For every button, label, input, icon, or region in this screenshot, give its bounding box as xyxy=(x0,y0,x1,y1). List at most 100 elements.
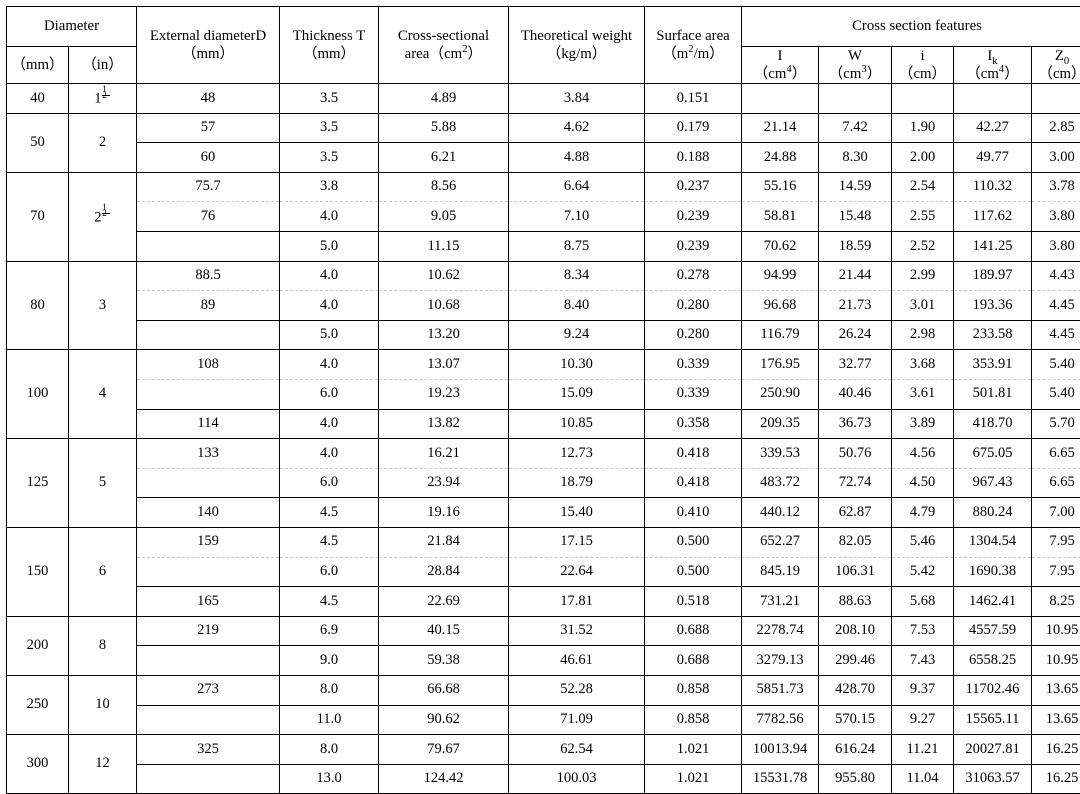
moment-of-inertia-cell: 731.21 xyxy=(742,587,819,617)
thickness-cell: 3.5 xyxy=(280,143,379,173)
radius-of-gyration-cell: 3.61 xyxy=(892,380,954,410)
header-i-unit: （cm） xyxy=(892,65,953,83)
thickness-cell: 8.0 xyxy=(280,735,379,765)
torsional-modulus-cell: 2.85 xyxy=(1032,113,1080,143)
torsional-modulus-cell: 16.25 xyxy=(1032,764,1080,794)
radius-of-gyration-cell xyxy=(892,84,954,114)
table-row: 40112483.54.893.840.151 xyxy=(7,84,1080,114)
cross-sectional-area-cell: 19.16 xyxy=(379,498,509,528)
surface-area-cell: 0.418 xyxy=(645,439,742,469)
nominal-diameter-mm-cell: 70 xyxy=(7,172,69,261)
surface-area-cell: 0.688 xyxy=(645,646,742,676)
section-modulus-cell: 88.63 xyxy=(819,587,892,617)
torsional-constant-cell: 193.36 xyxy=(954,291,1032,321)
radius-of-gyration-cell: 7.43 xyxy=(892,646,954,676)
header-surface-unit-post: /m） xyxy=(694,46,724,62)
theoretical-weight-cell: 46.61 xyxy=(509,646,645,676)
theoretical-weight-cell: 15.40 xyxy=(509,498,645,528)
moment-of-inertia-cell xyxy=(742,84,819,114)
radius-of-gyration-cell: 2.52 xyxy=(892,232,954,262)
cross-sectional-area-cell: 16.21 xyxy=(379,439,509,469)
table-row: 6.028.8422.640.500845.19106.315.421690.3… xyxy=(7,557,1080,587)
section-modulus-cell: 106.31 xyxy=(819,557,892,587)
torsional-constant-cell: 675.05 xyxy=(954,439,1032,469)
external-diameter-cell: 57 xyxy=(137,113,280,143)
cross-sectional-area-cell: 8.56 xyxy=(379,172,509,202)
external-diameter-cell: 108 xyxy=(137,350,280,380)
header-W-symbol: W xyxy=(848,48,862,64)
radius-of-gyration-cell: 11.04 xyxy=(892,764,954,794)
thickness-cell: 4.5 xyxy=(280,587,379,617)
header-I-symbol: I xyxy=(778,48,783,64)
section-modulus-cell: 14.59 xyxy=(819,172,892,202)
radius-of-gyration-cell: 4.50 xyxy=(892,468,954,498)
section-modulus-cell: 15.48 xyxy=(819,202,892,232)
external-diameter-cell xyxy=(137,557,280,587)
section-modulus-cell: 208.10 xyxy=(819,616,892,646)
torsional-constant-cell: 189.97 xyxy=(954,261,1032,291)
theoretical-weight-cell: 15.09 xyxy=(509,380,645,410)
header-surface-unit: （m2/m） xyxy=(645,45,741,63)
nominal-diameter-mm-cell: 40 xyxy=(7,84,69,114)
header-area-label: Cross-sectional xyxy=(398,28,489,44)
radius-of-gyration-cell: 11.21 xyxy=(892,735,954,765)
thickness-cell: 4.0 xyxy=(280,409,379,439)
torsional-modulus-cell: 4.45 xyxy=(1032,320,1080,350)
header-surface-unit-pre: （m xyxy=(662,46,688,62)
surface-area-cell: 0.179 xyxy=(645,113,742,143)
thickness-cell: 11.0 xyxy=(280,705,379,735)
thickness-cell: 6.0 xyxy=(280,380,379,410)
table-row: 15061594.521.8417.150.500652.2782.055.46… xyxy=(7,528,1080,558)
nominal-diameter-in-cell: 8 xyxy=(69,616,137,675)
section-modulus-cell xyxy=(819,84,892,114)
theoretical-weight-cell: 8.40 xyxy=(509,291,645,321)
table-row: 7021275.73.88.566.640.23755.1614.592.541… xyxy=(7,172,1080,202)
section-modulus-cell: 40.46 xyxy=(819,380,892,410)
cross-sectional-area-cell: 59.38 xyxy=(379,646,509,676)
nominal-diameter-in-cell: 6 xyxy=(69,528,137,617)
table-row: 20082196.940.1531.520.6882278.74208.107.… xyxy=(7,616,1080,646)
torsional-constant-cell: 4557.59 xyxy=(954,616,1032,646)
theoretical-weight-cell: 100.03 xyxy=(509,764,645,794)
surface-area-cell: 0.688 xyxy=(645,616,742,646)
torsional-constant-cell: 967.43 xyxy=(954,468,1032,498)
thickness-cell: 5.0 xyxy=(280,320,379,350)
external-diameter-cell xyxy=(137,320,280,350)
surface-area-cell: 0.280 xyxy=(645,291,742,321)
moment-of-inertia-cell: 116.79 xyxy=(742,320,819,350)
table-row: 764.09.057.100.23958.8115.482.55117.623.… xyxy=(7,202,1080,232)
torsional-constant-cell: 20027.81 xyxy=(954,735,1032,765)
header-row-top: Diameter External diameterD （mm） Thickne… xyxy=(7,7,1080,47)
theoretical-weight-cell: 4.88 xyxy=(509,143,645,173)
nominal-diameter-mm-cell: 100 xyxy=(7,350,69,439)
header-W-unit-post: ） xyxy=(867,66,882,82)
header-external-diameter: External diameterD （mm） xyxy=(137,7,280,84)
cross-sectional-area-cell: 5.88 xyxy=(379,113,509,143)
torsional-constant-cell: 1690.38 xyxy=(954,557,1032,587)
moment-of-inertia-cell: 652.27 xyxy=(742,528,819,558)
moment-of-inertia-cell: 3279.13 xyxy=(742,646,819,676)
header-W-unit: （cm3） xyxy=(819,65,891,83)
header-Z0-base: Z xyxy=(1055,48,1064,64)
header-diameter-mm: （mm） xyxy=(7,47,69,84)
header-external-diameter-unit: （mm） xyxy=(137,45,279,63)
torsional-modulus-cell: 10.95 xyxy=(1032,616,1080,646)
moment-of-inertia-cell: 440.12 xyxy=(742,498,819,528)
table-header: Diameter External diameterD （mm） Thickne… xyxy=(7,7,1080,84)
external-diameter-cell xyxy=(137,380,280,410)
cross-sectional-area-cell: 90.62 xyxy=(379,705,509,735)
torsional-modulus-cell xyxy=(1032,84,1080,114)
external-diameter-cell xyxy=(137,764,280,794)
theoretical-weight-cell: 4.62 xyxy=(509,113,645,143)
torsional-modulus-cell: 7.00 xyxy=(1032,498,1080,528)
thickness-cell: 4.0 xyxy=(280,202,379,232)
torsional-modulus-cell: 5.40 xyxy=(1032,350,1080,380)
external-diameter-cell: 159 xyxy=(137,528,280,558)
thickness-cell: 6.0 xyxy=(280,557,379,587)
thickness-cell: 4.5 xyxy=(280,528,379,558)
radius-of-gyration-cell: 3.01 xyxy=(892,291,954,321)
moment-of-inertia-cell: 5851.73 xyxy=(742,675,819,705)
thickness-cell: 4.0 xyxy=(280,261,379,291)
surface-area-cell: 0.500 xyxy=(645,528,742,558)
header-external-diameter-label: External diameterD xyxy=(150,28,266,44)
